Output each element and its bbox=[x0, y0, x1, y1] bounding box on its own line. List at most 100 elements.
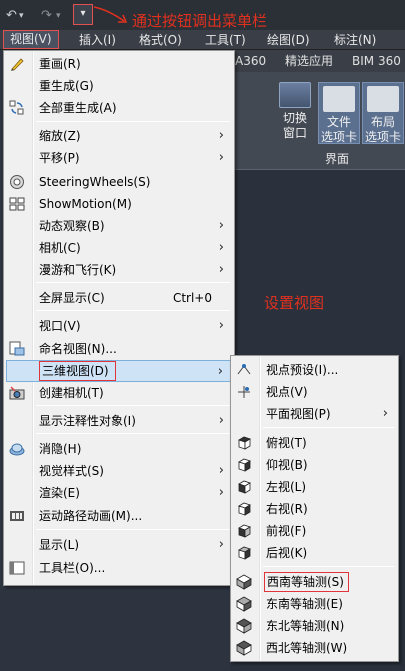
sub_menu-item-label: 西南等轴测(S) bbox=[264, 572, 349, 592]
tab-featured-apps[interactable]: 精选应用 bbox=[285, 50, 333, 72]
steering-wheel-icon bbox=[9, 174, 25, 190]
undo-dropdown-icon[interactable]: ▾ bbox=[19, 7, 24, 25]
sub_menu-item-6[interactable]: 右视(R) bbox=[233, 498, 396, 520]
view_menu-item-label: 缩放(Z) bbox=[39, 129, 81, 143]
view_menu-item-label: 平移(P) bbox=[39, 151, 80, 165]
view_menu-item-14[interactable]: 创建相机(T) bbox=[6, 382, 232, 404]
view_menu-item-9[interactable]: 漫游和飞行(K) › bbox=[6, 259, 232, 281]
chevron-right-icon: › bbox=[218, 318, 224, 333]
ribbon-panel: 切换 窗口 文件 选项卡 布局 选项卡 界面 bbox=[230, 72, 405, 170]
customize-qat-button[interactable]: ▾ bbox=[73, 4, 93, 25]
iso-sw-icon bbox=[236, 574, 252, 590]
menu-draw[interactable]: 绘图(D) bbox=[267, 30, 310, 50]
view_menu-item-3[interactable]: 缩放(Z) › bbox=[6, 125, 232, 147]
sub_menu-item-5[interactable]: 左视(L) bbox=[233, 476, 396, 498]
layout-tabs-icon bbox=[367, 86, 399, 112]
regen-all-icon bbox=[9, 100, 25, 116]
annotation-arrow-icon bbox=[93, 6, 128, 23]
sub_menu-item-label: 视点预设(I)... bbox=[266, 363, 339, 377]
file-tabs-button[interactable]: 文件 选项卡 bbox=[318, 82, 360, 144]
view_menu-item-4[interactable]: 平移(P) › bbox=[6, 147, 232, 169]
sub_menu-item-11[interactable]: 东北等轴测(N) bbox=[233, 615, 396, 637]
view_menu-item-7[interactable]: 动态观察(B) › bbox=[6, 215, 232, 237]
view_menu-item-label: 全部重生成(A) bbox=[39, 101, 117, 115]
view_menu-item-label: 显示(L) bbox=[39, 538, 80, 552]
annotation-view-note: 设置视图 bbox=[264, 294, 325, 312]
chevron-right-icon: › bbox=[218, 150, 224, 165]
sub_menu-item-2[interactable]: 平面视图(P) › bbox=[233, 403, 396, 425]
hide-icon bbox=[9, 441, 25, 457]
view_menu-item-label: 工具栏(O)... bbox=[39, 561, 106, 575]
view_menu-item-label: 重画(R) bbox=[39, 57, 81, 71]
view_menu-item-10[interactable]: 全屏显示(C) Ctrl+0 bbox=[6, 287, 232, 309]
sub_menu-item-4[interactable]: 仰视(B) bbox=[233, 454, 396, 476]
show-motion-icon bbox=[9, 196, 25, 212]
view_menu-item-13[interactable]: 三维视图(D) › bbox=[6, 360, 232, 382]
view-dropdown-menu: 重画(R) 重生成(G) 全部重生成(A) 缩放(Z) › 平移(P) › SteeringW… bbox=[3, 50, 235, 586]
sub_menu-item-label: 西北等轴测(W) bbox=[266, 641, 348, 655]
menu-dimension[interactable]: 标注(N) bbox=[334, 30, 376, 50]
view_menu-item-label: SteeringWheels(S) bbox=[39, 175, 151, 189]
view_menu-item-label: 全屏显示(C) bbox=[39, 291, 105, 305]
ribbon-tabs: A360 精选应用 BIM 360 bbox=[230, 50, 405, 72]
tab-bim360[interactable]: BIM 360 bbox=[352, 50, 401, 72]
sub_menu-item-9[interactable]: 西南等轴测(S) bbox=[233, 571, 396, 593]
tab-a360[interactable]: A360 bbox=[235, 50, 266, 72]
view_menu-item-18[interactable]: 渲染(E) › bbox=[6, 482, 232, 504]
view_menu-item-12[interactable]: 命名视图(N)... bbox=[6, 338, 232, 360]
menu-format[interactable]: 格式(O) bbox=[139, 30, 182, 50]
view_menu-item-6[interactable]: ShowMotion(M) bbox=[6, 193, 232, 215]
redo-dropdown-icon[interactable]: ▾ bbox=[56, 7, 61, 25]
view_menu-item-1[interactable]: 重生成(G) bbox=[6, 75, 232, 97]
menu-separator bbox=[36, 529, 230, 530]
cube-top-icon bbox=[236, 435, 252, 451]
file-tabs-label: 文件 选项卡 bbox=[320, 115, 357, 144]
view_menu-item-21[interactable]: 工具栏(O)... bbox=[6, 557, 232, 579]
sub_menu-item-8[interactable]: 后视(K) bbox=[233, 542, 396, 564]
menu-bar: 视图(V) 插入(I) 格式(O) 工具(T) 绘图(D) 标注(N) bbox=[0, 30, 405, 50]
view_menu-item-2[interactable]: 全部重生成(A) bbox=[6, 97, 232, 119]
sub_menu-item-1[interactable]: 视点(V) bbox=[233, 381, 396, 403]
iso-se-icon bbox=[236, 596, 252, 612]
cube-bottom-icon bbox=[236, 457, 252, 473]
view_menu-item-label: 相机(C) bbox=[39, 241, 81, 255]
view_menu-item-16[interactable]: 消隐(H) bbox=[6, 438, 232, 460]
layout-tabs-button[interactable]: 布局 选项卡 bbox=[362, 82, 404, 144]
sub_menu-item-7[interactable]: 前视(F) bbox=[233, 520, 396, 542]
sub_menu-item-12[interactable]: 西北等轴测(W) bbox=[233, 637, 396, 659]
view_menu-item-15[interactable]: 显示注释性对象(I) › bbox=[6, 410, 232, 432]
view_menu-item-11[interactable]: 视口(V) › bbox=[6, 315, 232, 337]
sub_menu-item-label: 俯视(T) bbox=[266, 436, 307, 450]
view_menu-item-17[interactable]: 视觉样式(S) › bbox=[6, 460, 232, 482]
film-icon bbox=[9, 508, 25, 524]
switch-window-label: 切换 窗口 bbox=[282, 111, 307, 140]
view_menu-item-20[interactable]: 显示(L) › bbox=[6, 534, 232, 556]
sub_menu-item-3[interactable]: 俯视(T) bbox=[233, 432, 396, 454]
menu-insert[interactable]: 插入(I) bbox=[79, 30, 116, 50]
menu-tools[interactable]: 工具(T) bbox=[205, 30, 246, 50]
chevron-right-icon: › bbox=[218, 413, 224, 428]
view_menu-item-label: 运动路径动画(M)... bbox=[39, 509, 143, 523]
view_menu-item-label: 漫游和飞行(K) bbox=[39, 263, 117, 277]
view_menu-item-label: 显示注释性对象(I) bbox=[39, 414, 136, 428]
view_menu-item-label: 消隐(H) bbox=[39, 442, 82, 456]
file-tabs-icon bbox=[323, 86, 355, 112]
view_menu-item-8[interactable]: 相机(C) › bbox=[6, 237, 232, 259]
sub_menu-item-label: 左视(L) bbox=[266, 480, 307, 494]
view_menu-item-19[interactable]: 运动路径动画(M)... bbox=[6, 505, 232, 527]
sub_menu-item-label: 右视(R) bbox=[266, 502, 308, 516]
menu-view[interactable]: 视图(V) bbox=[3, 30, 59, 49]
undo-icon[interactable]: ↶ bbox=[6, 7, 17, 25]
chevron-right-icon: › bbox=[217, 364, 223, 379]
sub_menu-item-0[interactable]: 视点预设(I)... bbox=[233, 359, 396, 381]
switch-window-icon bbox=[279, 82, 311, 108]
view_menu-item-5[interactable]: SteeringWheels(S) bbox=[6, 171, 232, 193]
menu-separator bbox=[36, 282, 230, 283]
iso-ne-icon bbox=[236, 618, 252, 634]
view_menu-item-0[interactable]: 重画(R) bbox=[6, 53, 232, 75]
cube-right-icon bbox=[236, 501, 252, 517]
redo-icon[interactable]: ↷ bbox=[41, 7, 52, 25]
sub_menu-item-10[interactable]: 东南等轴测(E) bbox=[233, 593, 396, 615]
switch-window-button[interactable]: 切换 窗口 bbox=[274, 82, 316, 144]
view_menu-item-label: 视口(V) bbox=[39, 319, 81, 333]
